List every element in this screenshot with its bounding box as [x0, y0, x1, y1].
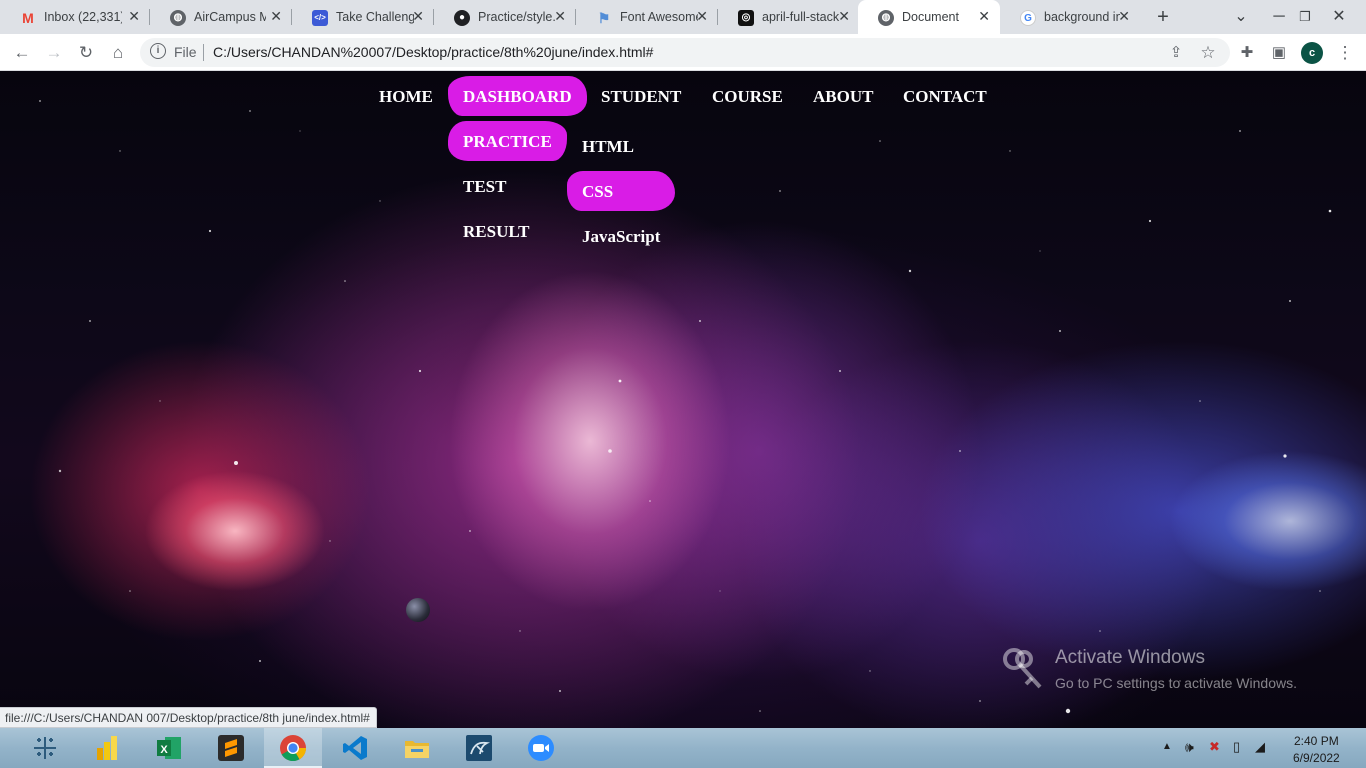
submenu-html[interactable]: HTML [582, 137, 634, 157]
restore-button[interactable]: ❐ [1292, 0, 1318, 34]
chrome-icon [280, 735, 307, 762]
activate-windows-watermark: Activate Windows Go to PC settings to ac… [1000, 645, 1340, 695]
site-info-icon[interactable]: i [150, 43, 166, 59]
taskbar-vscode[interactable] [326, 728, 384, 768]
nav-contact[interactable]: CONTACT [903, 87, 987, 107]
planet-image [406, 598, 430, 622]
taskbar: X ▲ 🕪 ✖ ▯ ◢ 2:40 PM 6/9/2022 [0, 728, 1366, 768]
reload-icon[interactable]: ↻ [73, 40, 99, 66]
link-status-bubble: file:///C:/Users/CHANDAN 007/Desktop/pra… [0, 707, 377, 728]
clock-date[interactable]: 6/9/2022 [1293, 751, 1340, 765]
taskbar-zoom[interactable] [512, 728, 570, 768]
taskbar-sublime[interactable] [202, 728, 260, 768]
tab-april-full-stack[interactable]: ◎ april-full-stack ✕ [718, 0, 860, 34]
close-icon[interactable]: ✕ [978, 8, 990, 25]
submenu-practice[interactable]: PRACTICE [448, 121, 567, 161]
volume-icon[interactable]: 🕪 [1185, 739, 1194, 768]
nav-student[interactable]: STUDENT [601, 87, 681, 107]
taskbar-file-explorer[interactable] [388, 728, 446, 768]
submenu-test[interactable]: TEST [463, 177, 506, 197]
submenu-result[interactable]: RESULT [463, 222, 529, 242]
close-icon[interactable]: ✕ [412, 8, 424, 25]
globe-icon: ◍ [878, 10, 894, 26]
taskbar-power-bi[interactable] [78, 728, 136, 768]
tab-strip: M Inbox (22,331) ✕ ◍ AirCampus Ma ✕ </> … [0, 0, 1366, 34]
back-arrow-icon[interactable]: ← [9, 40, 35, 66]
google-icon: G [1020, 10, 1036, 26]
omnibox-separator [203, 44, 204, 61]
minimize-button[interactable]: ─ [1264, 0, 1294, 34]
flag-icon: ⚑ [597, 10, 611, 26]
tab-document[interactable]: ◍ Document ✕ [858, 0, 1000, 34]
watermark-subtitle: Go to PC settings to activate Windows. [1055, 675, 1297, 691]
bookmark-star-icon[interactable]: ☆ [1195, 40, 1221, 66]
zoom-icon [528, 735, 554, 761]
tab-practice-style[interactable]: ● Practice/style.c ✕ [434, 0, 576, 34]
home-icon[interactable]: ⌂ [105, 40, 131, 66]
signal-icon[interactable]: ◢ [1255, 739, 1265, 768]
share-icon[interactable]: ⇪ [1163, 40, 1189, 66]
tray-chevron-icon[interactable]: ▲ [1162, 741, 1172, 768]
clock-time[interactable]: 2:40 PM [1294, 734, 1339, 748]
submenu-css[interactable]: CSS [567, 171, 675, 211]
globe-icon: ◍ [170, 10, 186, 26]
forward-arrow-icon[interactable]: → [41, 40, 67, 66]
tab-search-chevron-icon[interactable]: ⌄ [1228, 0, 1254, 34]
close-icon[interactable]: ✕ [838, 8, 850, 25]
tableau-icon [34, 737, 56, 759]
mysql-workbench-icon [466, 735, 492, 761]
tab-background-in[interactable]: G background in ✕ [1000, 0, 1140, 34]
network-error-icon[interactable]: ✖ [1209, 739, 1220, 768]
extensions-puzzle-icon[interactable]: ✚ [1234, 40, 1260, 66]
address-bar[interactable]: i File C:/Users/CHANDAN%20007/Desktop/pr… [140, 38, 1230, 67]
battery-icon[interactable]: ▯ [1233, 739, 1240, 768]
url-text[interactable]: C:/Users/CHANDAN%20007/Desktop/practice/… [213, 44, 653, 60]
menu-kebab-icon[interactable]: ⋮ [1332, 40, 1358, 66]
scheme-label: File [174, 44, 197, 60]
github-icon: ● [454, 10, 470, 26]
tab-aircampus[interactable]: ◍ AirCampus Ma ✕ [150, 0, 292, 34]
close-icon[interactable]: ✕ [270, 8, 282, 25]
tab-take-challenge[interactable]: </> Take Challenge ✕ [292, 0, 434, 34]
close-icon[interactable]: ✕ [128, 8, 140, 25]
tab-font-awesome[interactable]: ⚑ Font Awesome ✕ [576, 0, 718, 34]
site-navigation: HOME DASHBOARD STUDENT COURSE ABOUT CONT… [0, 71, 1366, 251]
close-icon[interactable]: ✕ [554, 8, 566, 25]
nav-dashboard[interactable]: DASHBOARD [448, 76, 587, 116]
nav-course[interactable]: COURSE [712, 87, 783, 107]
nav-home[interactable]: HOME [379, 87, 433, 107]
sublime-icon [218, 735, 244, 761]
vscode-icon [343, 736, 367, 760]
key-icon [1003, 648, 1042, 689]
excel-icon: X [157, 737, 181, 759]
replit-icon: ◎ [738, 10, 754, 26]
taskbar-excel[interactable]: X [140, 728, 198, 768]
nav-about[interactable]: ABOUT [813, 87, 873, 107]
avatar[interactable]: c [1301, 42, 1323, 64]
new-tab-button[interactable]: + [1150, 0, 1176, 34]
watermark-title: Activate Windows [1055, 647, 1205, 668]
power-bi-icon [97, 736, 117, 760]
close-window-button[interactable]: ✕ [1326, 0, 1352, 34]
taskbar-chrome[interactable] [264, 728, 322, 768]
gmail-icon: M [22, 10, 34, 26]
side-panel-icon[interactable]: ▣ [1266, 40, 1292, 66]
submenu-javascript[interactable]: JavaScript [582, 227, 660, 247]
taskbar-tableau[interactable] [16, 728, 74, 768]
tab-inbox[interactable]: M Inbox (22,331) ✕ [0, 0, 150, 34]
file-explorer-icon [405, 741, 429, 758]
svg-text:X: X [160, 744, 168, 756]
code-icon: </> [312, 10, 328, 26]
close-icon[interactable]: ✕ [1118, 8, 1130, 25]
taskbar-mysql-workbench[interactable] [450, 728, 508, 768]
page-viewport: HOME DASHBOARD STUDENT COURSE ABOUT CONT… [0, 71, 1366, 728]
browser-toolbar: ← → ↻ ⌂ i File C:/Users/CHANDAN%20007/De… [0, 34, 1366, 71]
close-icon[interactable]: ✕ [696, 8, 708, 25]
